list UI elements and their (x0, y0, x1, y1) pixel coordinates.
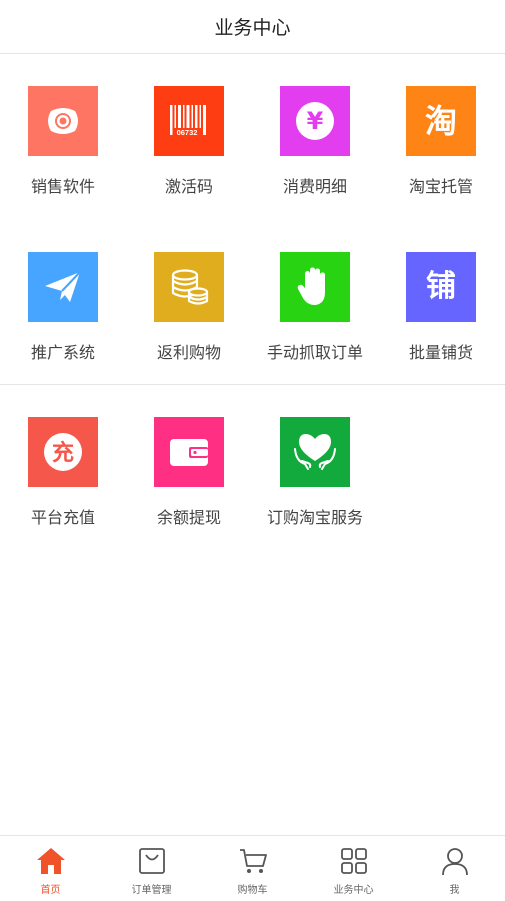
tab-me[interactable]: 我 (404, 836, 505, 901)
tile-label: 订购淘宝服务 (266, 508, 363, 527)
recharge-icon: 充 (28, 417, 98, 487)
tile-label: 销售软件 (30, 177, 95, 196)
tile-label: 平台充值 (30, 508, 95, 527)
tab-label: 业务中心 (333, 885, 374, 896)
tile-consumption-detail[interactable]: ¥ 消费明细 (252, 86, 378, 197)
tab-label: 购物车 (237, 885, 268, 896)
home-icon (36, 848, 65, 874)
tile-rebate-shopping[interactable]: 返利购物 (126, 252, 252, 363)
page-header: 业务中心 (0, 0, 505, 54)
camera-icon (28, 86, 98, 156)
tab-label: 首页 (40, 885, 61, 896)
tab-order-management[interactable]: 订单管理 (101, 836, 202, 901)
tile-label: 激活码 (164, 177, 213, 196)
tile-label: 淘宝托管 (408, 177, 473, 196)
tile-taobao-hosting[interactable]: 淘 淘宝托管 (378, 86, 504, 197)
tile-balance-withdraw[interactable]: 余额提现 (126, 417, 252, 528)
barcode-number: 06732 (177, 128, 198, 137)
cart-icon (239, 849, 267, 873)
tile-manual-fetch-order[interactable]: 手动抓取订单 (252, 252, 378, 363)
service-section-finance: 充 平台充值 余额提现 订购淘宝服务 (0, 386, 505, 556)
recharge-glyph: 充 (52, 440, 74, 466)
shop-glyph: 铺 (426, 269, 456, 304)
hand-icon (280, 252, 350, 322)
tab-cart[interactable]: 购物车 (202, 836, 303, 901)
bag-icon (138, 848, 165, 874)
coins-icon (154, 252, 224, 322)
tile-sales-software[interactable]: 销售软件 (0, 86, 126, 197)
yen-icon: ¥ (280, 86, 350, 156)
tab-label: 我 (449, 885, 460, 896)
tab-label: 订单管理 (131, 885, 172, 896)
tab-business-center[interactable]: 业务中心 (303, 836, 404, 901)
tile-label: 消费明细 (282, 177, 347, 196)
user-icon (441, 848, 468, 876)
shop-icon: 铺 (406, 252, 476, 322)
tile-label: 手动抓取订单 (266, 343, 363, 362)
tile-platform-recharge[interactable]: 充 平台充值 (0, 417, 126, 528)
tile-label: 批量铺货 (408, 343, 473, 362)
tile-taobao-service[interactable]: 订购淘宝服务 (252, 417, 378, 528)
tile-activation-code[interactable]: 06732 激活码 (126, 86, 252, 197)
tile-label: 返利购物 (156, 343, 221, 362)
tab-home[interactable]: 首页 (0, 836, 101, 901)
tile-label: 推广系统 (30, 343, 95, 362)
barcode-icon: 06732 (154, 86, 224, 156)
page-title: 业务中心 (214, 17, 291, 39)
heart-hands-icon (280, 417, 350, 487)
taobao-icon: 淘 (406, 86, 476, 156)
tile-bulk-listing[interactable]: 铺 批量铺货 (378, 252, 504, 363)
tile-label: 余额提现 (156, 508, 221, 527)
wallet-icon (154, 417, 224, 487)
bottom-tab-bar: 首页 订单管理 购物车 业务中心 我 (0, 835, 505, 900)
paper-plane-icon (28, 252, 98, 322)
tile-promotion-system[interactable]: 推广系统 (0, 252, 126, 363)
grid-icon (340, 848, 367, 874)
yen-glyph: ¥ (307, 107, 324, 135)
service-section-main: 销售软件 06732 激活码 ¥ 消费明细 淘 淘宝托管 推广系统 返利购物 手… (0, 55, 505, 385)
taobao-glyph: 淘 (424, 102, 457, 140)
